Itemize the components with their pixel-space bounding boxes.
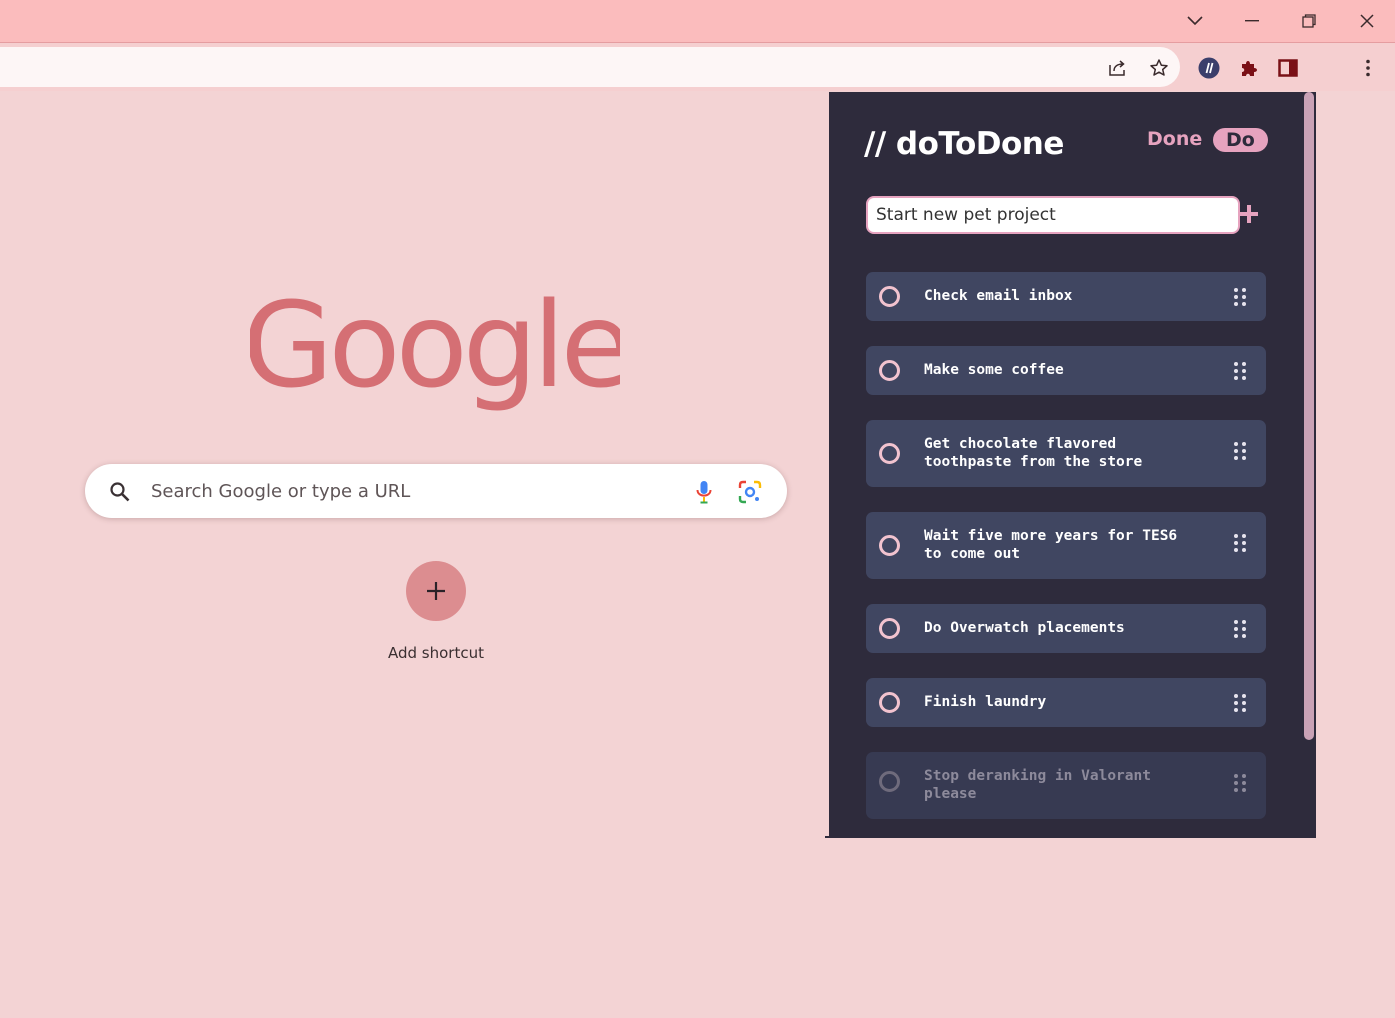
panel-scrollbar-thumb[interactable] — [1304, 92, 1314, 740]
tab-do[interactable]: Do — [1213, 128, 1268, 152]
address-bar[interactable] — [0, 47, 1180, 87]
task-text: Make some coffee — [924, 362, 1064, 378]
drag-handle-icon[interactable] — [1233, 361, 1247, 381]
task-checkbox[interactable] — [879, 443, 900, 464]
task-item[interactable]: Check email inbox — [866, 272, 1266, 321]
google-logo: Google — [250, 288, 620, 414]
new-task-input[interactable] — [866, 196, 1240, 234]
task-checkbox[interactable] — [879, 618, 900, 639]
tab-search-chevron-icon[interactable] — [1180, 6, 1210, 36]
task-text: Wait five more years for TES6 to come ou… — [924, 528, 1178, 562]
task-text: Stop deranking in Valorant please — [924, 768, 1151, 802]
side-panel-icon[interactable] — [1275, 55, 1301, 81]
drag-handle-icon[interactable] — [1233, 619, 1247, 639]
add-shortcut-label: Add shortcut — [388, 644, 484, 662]
dotodone-extension-icon[interactable] — [1196, 55, 1222, 81]
drag-handle-icon[interactable] — [1233, 773, 1247, 793]
microphone-icon[interactable] — [694, 479, 714, 505]
panel-bottom-edge — [825, 836, 1316, 838]
tab-done[interactable]: Done — [1147, 128, 1202, 150]
search-placeholder: Search Google or type a URL — [151, 481, 411, 502]
add-task-button[interactable] — [1237, 202, 1261, 226]
puzzle-icon[interactable] — [1236, 55, 1262, 81]
title-bar — [0, 0, 1395, 43]
task-checkbox[interactable] — [879, 535, 900, 556]
brand-title: // doToDone — [864, 126, 1064, 162]
task-item[interactable]: Wait five more years for TES6 to come ou… — [866, 512, 1266, 579]
task-checkbox[interactable] — [879, 692, 900, 713]
dotodone-side-panel: // doToDone Done Do Check email inbox Ma… — [829, 92, 1303, 838]
task-checkbox[interactable] — [879, 286, 900, 307]
search-box[interactable]: Search Google or type a URL — [85, 464, 787, 518]
minimize-icon[interactable] — [1237, 6, 1267, 36]
task-item[interactable]: Do Overwatch placements — [866, 604, 1266, 653]
browser-toolbar — [0, 43, 1395, 91]
add-shortcut-button[interactable] — [406, 561, 466, 621]
plus-icon — [427, 582, 445, 600]
share-icon[interactable] — [1105, 55, 1131, 81]
task-checkbox[interactable] — [879, 360, 900, 381]
task-item[interactable]: Get chocolate flavored toothpaste from t… — [866, 420, 1266, 487]
drag-handle-icon[interactable] — [1233, 533, 1247, 553]
task-item[interactable]: Make some coffee — [866, 346, 1266, 395]
close-icon[interactable] — [1352, 6, 1382, 36]
task-item[interactable]: Finish laundry — [866, 678, 1266, 727]
task-checkbox[interactable] — [879, 771, 900, 792]
star-icon[interactable] — [1146, 55, 1172, 81]
task-text: Finish laundry — [924, 694, 1047, 710]
menu-icon[interactable] — [1355, 55, 1381, 81]
task-item[interactable]: Stop deranking in Valorant please — [866, 752, 1266, 819]
drag-handle-icon[interactable] — [1233, 693, 1247, 713]
plus-icon — [1240, 205, 1258, 223]
search-icon — [109, 481, 131, 503]
drag-handle-icon[interactable] — [1233, 441, 1247, 461]
google-logo-text: Google — [250, 288, 620, 414]
google-lens-icon[interactable] — [738, 480, 762, 504]
restore-icon[interactable] — [1294, 6, 1324, 36]
task-text: Do Overwatch placements — [924, 620, 1125, 636]
task-text: Check email inbox — [924, 288, 1073, 304]
task-text: Get chocolate flavored toothpaste from t… — [924, 436, 1143, 470]
drag-handle-icon[interactable] — [1233, 287, 1247, 307]
panel-right-border — [1315, 92, 1316, 838]
